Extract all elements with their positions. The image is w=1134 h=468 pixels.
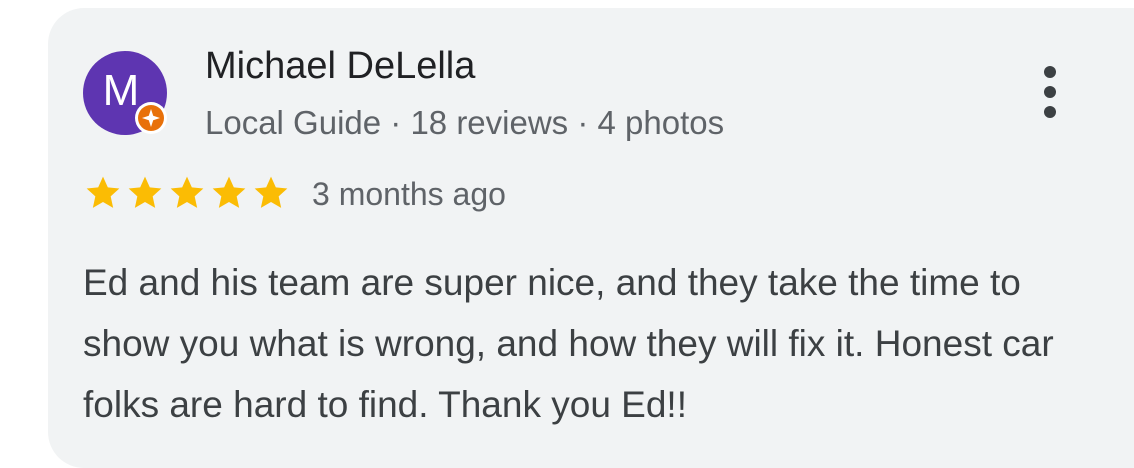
- star-icon: [254, 176, 288, 208]
- local-guide-badge-icon: [135, 102, 167, 134]
- reviewer-name[interactable]: Michael DeLella: [205, 41, 475, 91]
- more-vert-icon[interactable]: [1032, 62, 1068, 122]
- star-rating: [83, 173, 291, 215]
- review-text: Ed and his team are super nice, and they…: [83, 262, 1054, 425]
- star-icon: [86, 176, 120, 208]
- star-icon: [128, 176, 162, 208]
- review-time: 3 months ago: [312, 176, 506, 212]
- star-icon: [170, 176, 204, 208]
- reviewer-meta: Local Guide · 18 reviews · 4 photos: [205, 104, 725, 141]
- star-icon: [212, 176, 246, 208]
